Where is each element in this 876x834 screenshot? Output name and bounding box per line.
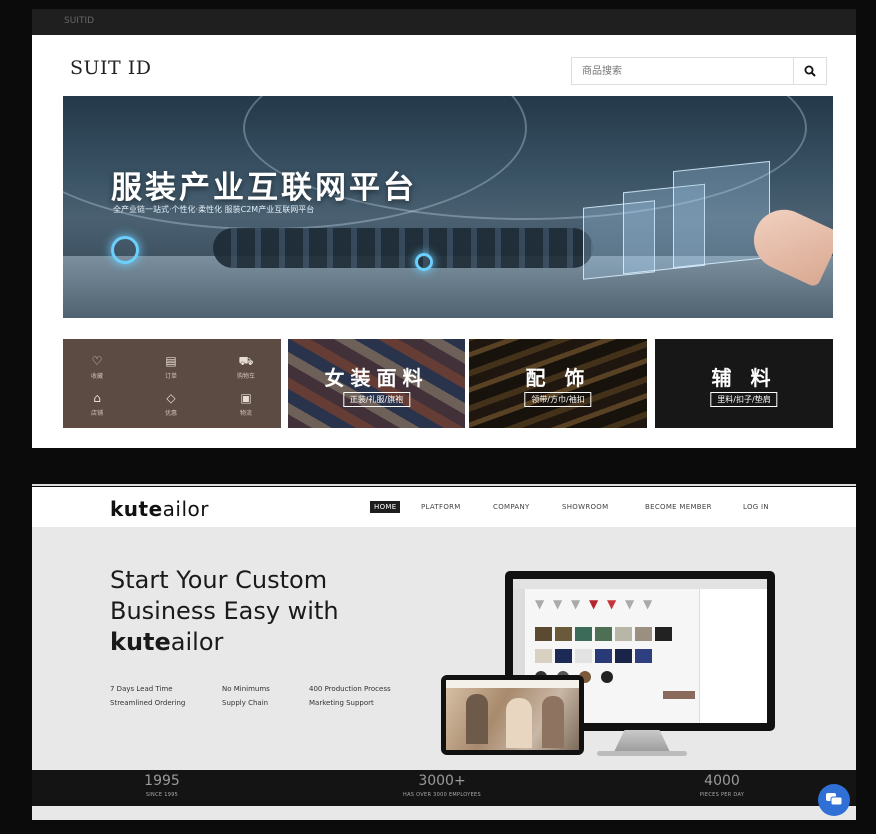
hero-brand-suffix: ailor xyxy=(170,628,224,656)
hero-brand: kuteailor xyxy=(110,627,339,658)
quick-menu: ♡ 收藏 ▤ 订单 ⛟ 购物车 ⌂ 店铺 ◇ 优惠 ▣ 物流 xyxy=(63,339,281,428)
tie-icon: ▼ xyxy=(589,597,599,611)
stat-label: PIECES PER DAY xyxy=(699,792,745,798)
search-box xyxy=(571,57,827,85)
feature-text: Supply Chain xyxy=(222,699,269,707)
glow-ring-icon xyxy=(415,253,433,271)
nav-company[interactable]: COMPANY xyxy=(493,503,530,511)
search-input[interactable] xyxy=(572,58,794,84)
tie-icon: ▼ xyxy=(643,597,653,611)
banner-subtitle: 全产业链一站式·个性化·柔性化 服装C2M产业互联网平台 xyxy=(113,205,315,214)
stat-number: 1995 xyxy=(144,773,180,789)
menu-item-label: 店铺 xyxy=(90,410,103,417)
menu-item[interactable]: ▣ 物流 xyxy=(218,391,274,417)
section-divider xyxy=(32,484,856,486)
category-tag: 正装/礼服/旗袍 xyxy=(342,392,411,407)
tie-icon: ▼ xyxy=(535,597,545,611)
nav-platform[interactable]: PLATFORM xyxy=(421,503,461,511)
menu-item[interactable]: ⛟ 购物车 xyxy=(218,354,274,380)
category-tag: 里料/扣子/垫肩 xyxy=(710,392,778,407)
browser-tab-bar: SUITID xyxy=(32,9,856,35)
banner-title: 服装产业互联网平台 xyxy=(111,170,417,206)
menu-item[interactable]: ◇ 优惠 xyxy=(143,391,199,417)
suitid-page: SUIT ID 服装产业互联网平台 全产业链一站式·个性化·柔性化 服装C2M产… xyxy=(32,35,856,448)
cart-icon: ⛟ xyxy=(238,354,254,368)
nav-become-member[interactable]: BECOME MEMBER xyxy=(645,503,712,511)
menu-item[interactable]: ▤ 订单 xyxy=(143,354,199,380)
chat-bubble-icon xyxy=(826,793,842,806)
category-row: ♡ 收藏 ▤ 订单 ⛟ 购物车 ⌂ 店铺 ◇ 优惠 ▣ 物流 女装面料 正装/礼… xyxy=(63,339,833,428)
hero-headline: Start Your Custom Business Easy with kut… xyxy=(110,565,339,658)
category-title: 辅 料 xyxy=(711,366,777,390)
monitor-stand xyxy=(614,730,670,752)
tag-icon: ◇ xyxy=(166,391,176,405)
nav-log-in[interactable]: LOG IN xyxy=(743,503,769,511)
tie-icon: ▼ xyxy=(553,597,563,611)
glow-ring-icon xyxy=(111,236,139,264)
stat-employees: 3000+ HAS OVER 3000 EMPLOYEES xyxy=(362,773,522,798)
heart-icon: ♡ xyxy=(91,354,103,368)
factory-machine xyxy=(213,228,593,268)
tablet-screen xyxy=(446,680,579,750)
menu-item[interactable]: ♡ 收藏 xyxy=(69,354,125,380)
category-tag: 领带/方巾/袖扣 xyxy=(524,392,592,407)
stat-number: 3000+ xyxy=(418,773,466,789)
logo-suffix: ailor xyxy=(162,497,209,521)
monitor-base xyxy=(597,751,687,756)
menu-item-label: 收藏 xyxy=(90,373,103,380)
category-tile-fabric[interactable]: 女装面料 正装/礼服/旗袍 xyxy=(288,339,465,428)
category-tile-trims[interactable]: 辅 料 里料/扣子/垫肩 xyxy=(655,339,833,428)
nav-showroom[interactable]: SHOWROOM xyxy=(562,503,608,511)
stat-label: HAS OVER 3000 EMPLOYEES xyxy=(403,792,481,798)
tie-icon: ▼ xyxy=(607,597,617,611)
tablet-image xyxy=(441,675,584,755)
box-icon: ▣ xyxy=(240,391,252,405)
hero-line-2: Business Easy with xyxy=(110,597,339,625)
menu-item-label: 购物车 xyxy=(236,373,255,380)
top-nav: kuteailor HOME PLATFORM COMPANY SHOWROOM… xyxy=(32,487,856,527)
tie-icon: ▼ xyxy=(571,597,581,611)
logo-prefix: kute xyxy=(110,497,163,521)
chat-button[interactable] xyxy=(818,784,850,816)
stat-number: 4000 xyxy=(704,773,740,789)
feature-text: No Minimums xyxy=(222,685,270,693)
stats-bar: 1995 SINCE 1995 3000+ HAS OVER 3000 EMPL… xyxy=(32,770,856,806)
feature-text: Streamlined Ordering xyxy=(110,699,186,707)
category-title: 配 饰 xyxy=(525,366,591,390)
feature-text: Marketing Support xyxy=(309,699,374,707)
feature-text: 7 Days Lead Time xyxy=(110,685,173,693)
menu-item[interactable]: ⌂ 店铺 xyxy=(69,391,125,417)
shop-icon: ⌂ xyxy=(93,391,101,405)
hero-brand-prefix: kute xyxy=(110,628,171,656)
stat-label: SINCE 1995 xyxy=(145,792,179,798)
kuteailor-page: kuteailor HOME PLATFORM COMPANY SHOWROOM… xyxy=(32,487,856,820)
category-tile-accessories[interactable]: 配 饰 领带/方巾/袖扣 xyxy=(469,339,647,428)
tie-icon: ▼ xyxy=(625,597,635,611)
category-title: 女装面料 xyxy=(324,366,429,390)
menu-item-label: 优惠 xyxy=(164,410,177,417)
stat-founded: 1995 SINCE 1995 xyxy=(82,773,242,798)
menu-item-label: 订单 xyxy=(164,373,177,380)
nav-home[interactable]: HOME xyxy=(370,501,401,513)
menu-item-label: 物流 xyxy=(239,410,252,417)
browser-tab[interactable]: SUITID xyxy=(64,16,94,26)
stat-capacity: 4000 PIECES PER DAY xyxy=(642,773,802,798)
search-icon xyxy=(804,65,816,77)
order-icon: ▤ xyxy=(165,354,177,368)
hero-banner[interactable]: 服装产业互联网平台 全产业链一站式·个性化·柔性化 服装C2M产业互联网平台 xyxy=(63,96,833,318)
search-button[interactable] xyxy=(793,58,826,84)
site-logo[interactable]: kuteailor xyxy=(110,497,209,521)
hero-line-1: Start Your Custom xyxy=(110,566,328,594)
site-logo[interactable]: SUIT ID xyxy=(70,57,152,79)
feature-text: 400 Production Process xyxy=(309,685,391,693)
